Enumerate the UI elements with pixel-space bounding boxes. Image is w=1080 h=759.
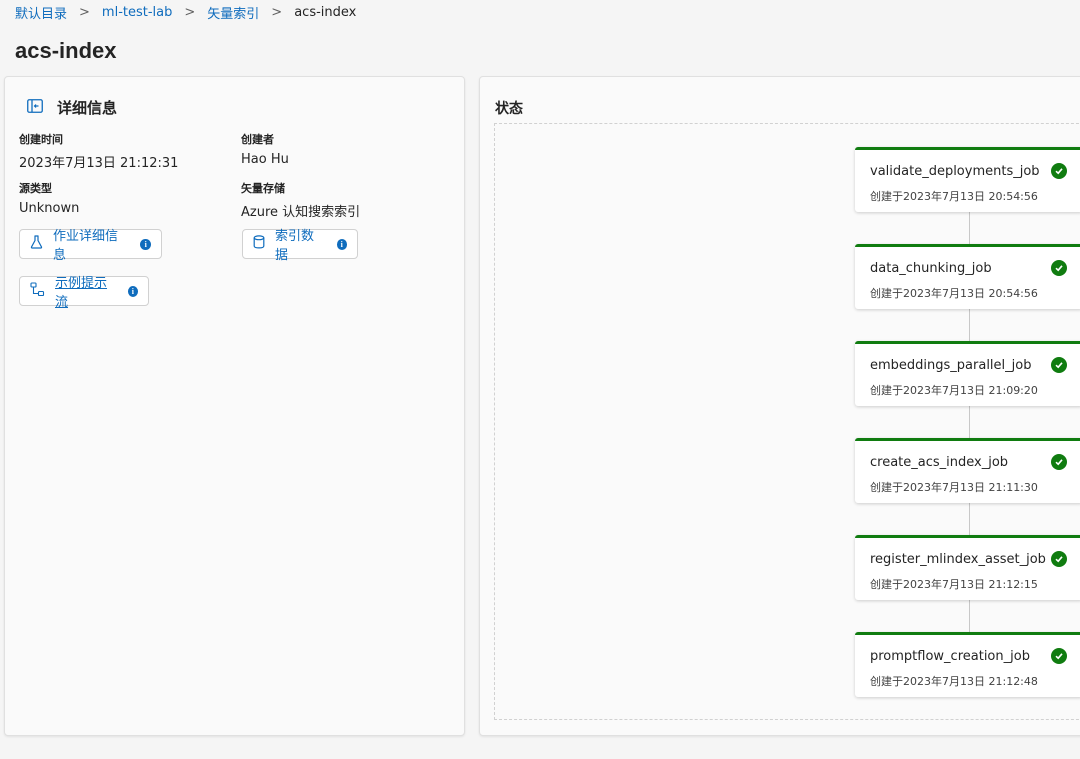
job-details-button[interactable]: 作业详细信息 i <box>19 229 162 263</box>
chevron-right-icon: > <box>184 4 196 20</box>
job-created-time: 创建于2023年7月13日 21:09:20 <box>870 384 1038 397</box>
vector-store-value: Azure 认知搜索索引 <box>241 205 361 220</box>
created-time-field: 创建时间 2023年7月13日 21:12:31 <box>19 131 178 171</box>
job-created-time: 创建于2023年7月13日 21:12:15 <box>870 578 1038 591</box>
source-type-field: 源类型 Unknown <box>19 180 79 216</box>
details-title: 详细信息 <box>57 99 118 117</box>
flask-icon <box>30 235 43 253</box>
created-time-value: 2023年7月13日 21:12:31 <box>19 156 179 171</box>
chevron-right-icon: > <box>271 4 283 20</box>
job-name: embeddings_parallel_job <box>870 358 1032 373</box>
breadcrumb: 默认目录 > ml-test-lab > 矢量索引 > acs-index <box>15 3 357 22</box>
creator-label: 创建者 <box>241 133 274 146</box>
job-connector <box>969 309 970 341</box>
job-name: data_chunking_job <box>870 261 992 276</box>
check-circle-icon <box>1051 260 1067 276</box>
job-created-time: 创建于2023年7月13日 20:54:56 <box>870 190 1038 203</box>
created-time-label: 创建时间 <box>19 133 63 146</box>
details-panel-icon[interactable] <box>27 98 43 117</box>
job-name: register_mlindex_asset_job <box>870 552 1046 567</box>
check-circle-icon <box>1051 454 1067 470</box>
info-icon[interactable]: i <box>140 238 151 250</box>
job-created-time: 创建于2023年7月13日 20:54:56 <box>870 287 1038 300</box>
source-type-label: 源类型 <box>19 182 52 195</box>
job-connector <box>969 212 970 244</box>
job-name: create_acs_index_job <box>870 455 1009 470</box>
job-name: validate_deployments_job <box>870 164 1040 179</box>
info-icon[interactable]: i <box>127 285 138 297</box>
flow-icon <box>30 281 45 301</box>
creator-value: Hao Hu <box>241 152 289 167</box>
vector-store-field: 矢量存储 Azure 认知搜索索引 <box>241 180 360 220</box>
status-panel: 状态 validate_deployments_job 创建于2023年7月13… <box>479 76 1080 736</box>
job-created-time: 创建于2023年7月13日 21:11:30 <box>870 481 1038 494</box>
sample-prompt-flow-label: 示例提示流 <box>55 276 108 310</box>
job-card[interactable]: register_mlindex_asset_job 创建于2023年7月13日… <box>855 535 1080 600</box>
sample-prompt-flow-button[interactable]: 示例提示流 i <box>19 276 149 310</box>
vector-store-label: 矢量存储 <box>241 182 285 195</box>
index-data-label: 索引数据 <box>275 229 315 263</box>
job-card[interactable]: data_chunking_job 创建于2023年7月13日 20:54:56 <box>855 244 1080 309</box>
job-connector <box>969 600 970 632</box>
job-card[interactable]: promptflow_creation_job 创建于2023年7月13日 21… <box>855 632 1080 697</box>
job-name: promptflow_creation_job <box>870 649 1030 664</box>
page-title: acs-index <box>15 38 117 63</box>
database-icon <box>253 235 265 253</box>
index-data-button[interactable]: 索引数据 i <box>242 229 358 263</box>
check-circle-icon <box>1051 357 1067 373</box>
chevron-right-icon: > <box>79 4 90 20</box>
breadcrumb-item-default-directory[interactable]: 默认目录 <box>15 3 67 22</box>
check-circle-icon <box>1051 551 1067 567</box>
job-card[interactable]: create_acs_index_job 创建于2023年7月13日 21:11… <box>855 438 1080 503</box>
job-connector <box>969 406 970 438</box>
status-graph-canvas: validate_deployments_job 创建于2023年7月13日 2… <box>494 123 1080 720</box>
breadcrumb-item-workspace[interactable]: ml-test-lab <box>102 5 172 20</box>
job-created-time: 创建于2023年7月13日 21:12:48 <box>870 675 1038 688</box>
details-header: 详细信息 <box>27 97 117 118</box>
source-type-value: Unknown <box>19 201 80 216</box>
job-card[interactable]: validate_deployments_job 创建于2023年7月13日 2… <box>855 147 1080 212</box>
breadcrumb-current: acs-index <box>294 4 357 20</box>
creator-field: 创建者 Hao Hu <box>241 131 289 167</box>
breadcrumb-item-vector-index[interactable]: 矢量索引 <box>207 3 259 22</box>
job-card[interactable]: embeddings_parallel_job 创建于2023年7月13日 21… <box>855 341 1080 406</box>
info-icon[interactable]: i <box>336 238 347 250</box>
job-connector <box>969 503 970 535</box>
details-panel: 详细信息 创建时间 2023年7月13日 21:12:31 创建者 Hao Hu… <box>4 76 465 736</box>
check-circle-icon <box>1051 163 1067 179</box>
check-circle-icon <box>1051 648 1067 664</box>
status-title: 状态 <box>495 101 523 117</box>
job-details-label: 作业详细信息 <box>53 229 119 263</box>
